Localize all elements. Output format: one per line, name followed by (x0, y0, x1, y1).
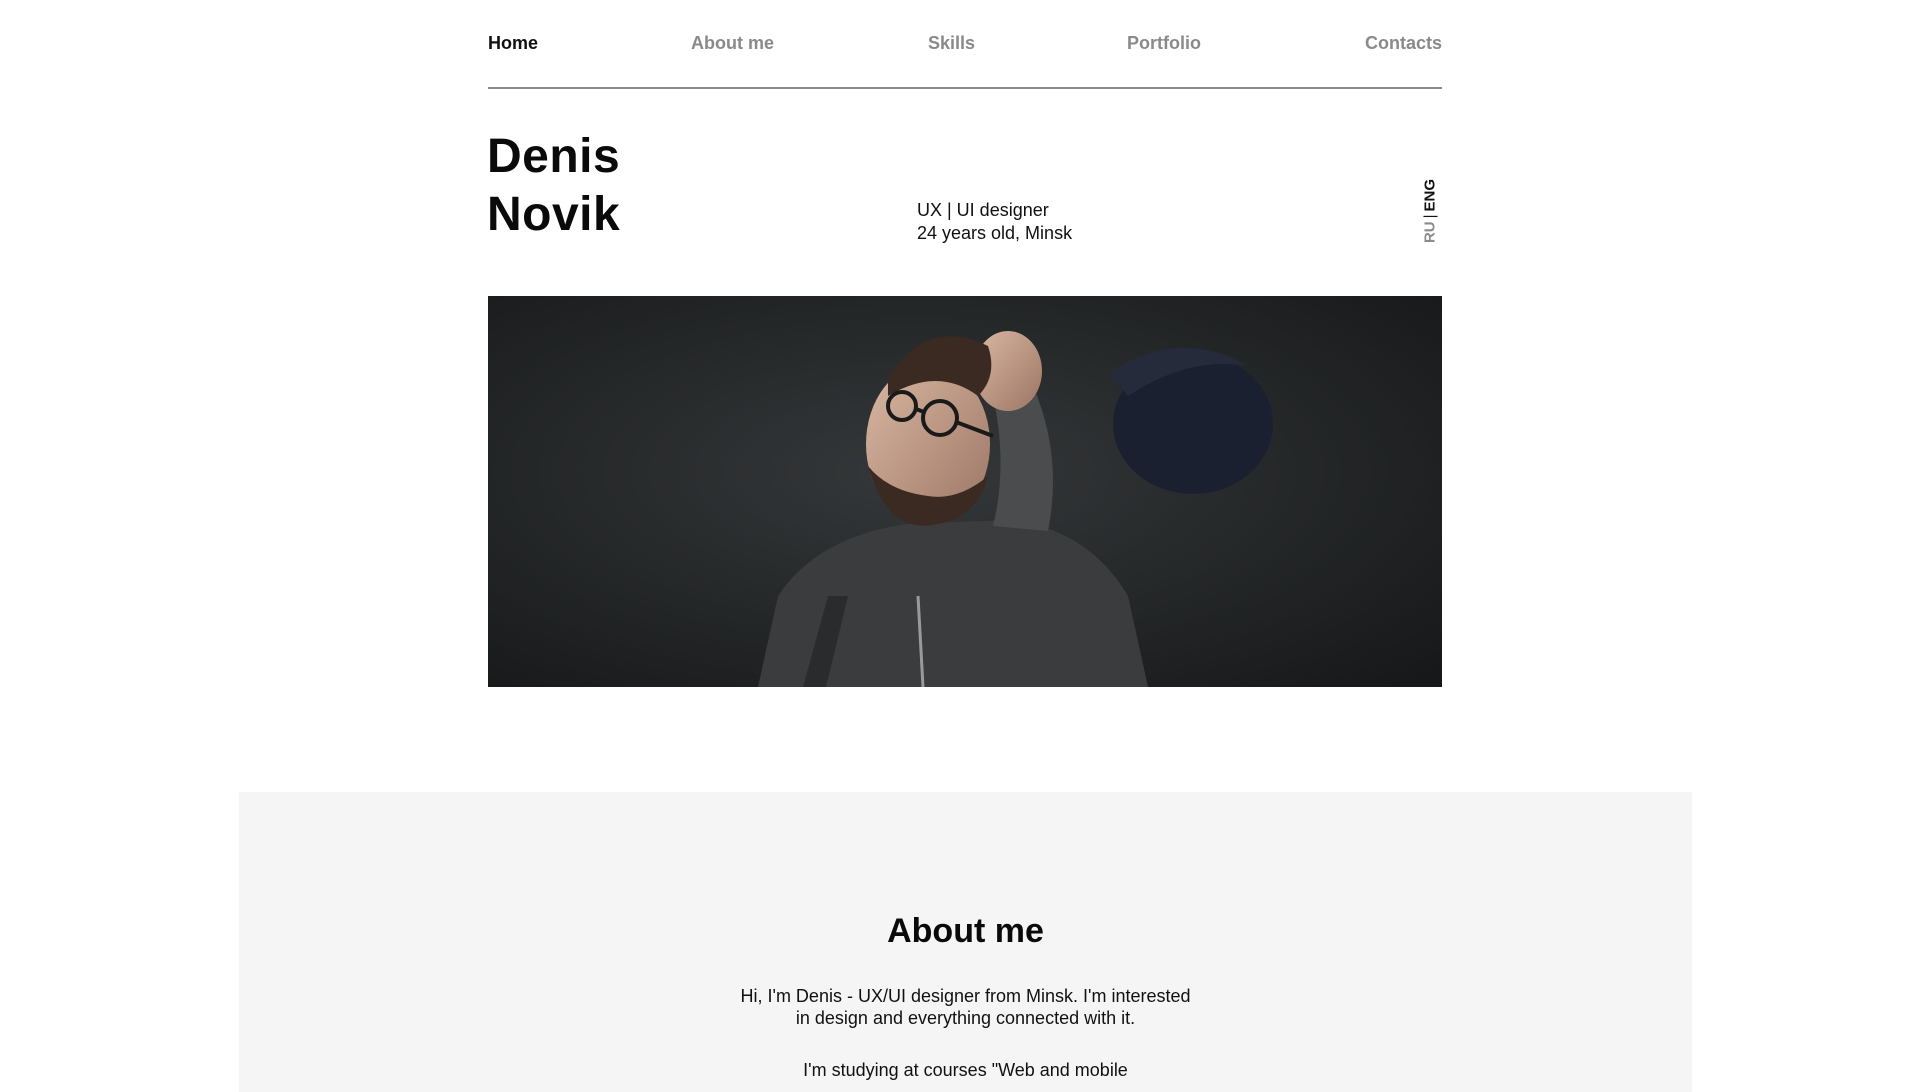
about-p1-line2: in design and everything connected with … (795, 1008, 1136, 1028)
hero-last-name: Novik (487, 188, 621, 241)
hero-first-name: Denis (487, 130, 621, 183)
about-title: About me (887, 912, 1044, 950)
about-paragraph-1: Hi, I'm Denis - UX/UI designer from Mins… (239, 985, 1692, 1029)
hero-role: UX | UI designer (917, 200, 1049, 220)
hero-photo (488, 296, 1442, 687)
hero-details: 24 years old, Minsk (917, 223, 1073, 243)
lang-separator: | (1421, 214, 1439, 219)
nav-portfolio[interactable]: Portfolio (1127, 33, 1201, 54)
hero-info: UX | UI designer 24 years old, Minsk (917, 199, 1072, 245)
nav-skills[interactable]: Skills (928, 33, 975, 54)
lang-eng[interactable]: ENG (1422, 179, 1439, 212)
portrait-photo-icon (488, 296, 1442, 687)
nav-contacts[interactable]: Contacts (1365, 33, 1442, 54)
lang-ru[interactable]: RU (1422, 221, 1439, 243)
nav-about-me[interactable]: About me (691, 33, 774, 54)
about-p2-line1: I'm studying at courses "Web and mobile (803, 1060, 1128, 1080)
main-nav: Home About me Skills Portfolio Contacts (488, 0, 1442, 89)
about-p1-line1: Hi, I'm Denis - UX/UI designer from Mins… (740, 986, 1191, 1006)
about-paragraph-2: I'm studying at courses "Web and mobile (239, 1059, 1692, 1081)
hero-name: Denis Novik (487, 128, 620, 244)
language-switch: RU | ENG (1418, 176, 1442, 246)
about-section: About me Hi, I'm Denis - UX/UI designer … (239, 792, 1692, 1092)
nav-home[interactable]: Home (488, 33, 538, 54)
